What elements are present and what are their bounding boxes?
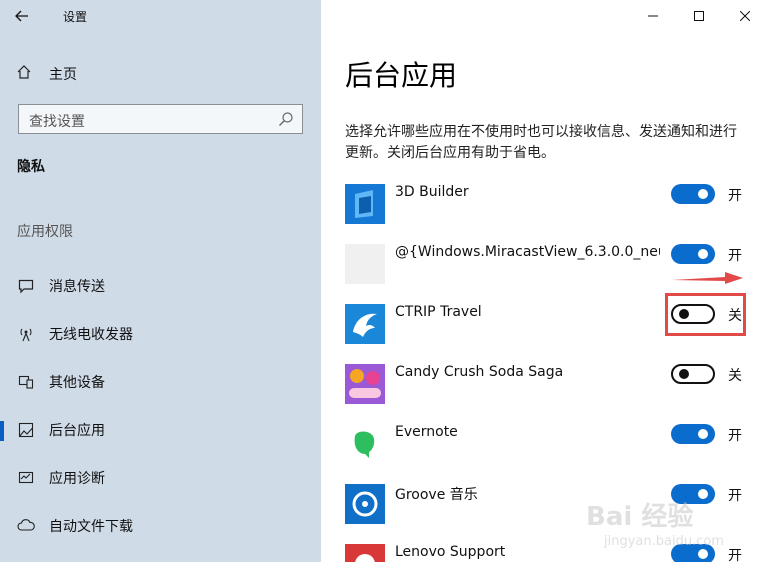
background-apps-icon [17,421,35,439]
watermark-main: Bai 经验 [586,502,694,532]
app-name: 3D Builder [395,184,469,200]
candy-crush-icon [345,364,385,404]
background-toggle[interactable] [671,364,715,384]
group-title: 应用权限 [17,224,73,240]
maximize-icon [694,11,704,21]
lenovo-support-icon [345,544,385,562]
toggle-state: 开 [728,248,742,264]
sidebar-item-background-apps[interactable]: 后台应用 [0,415,321,445]
search-input[interactable]: 查找设置 [18,104,303,134]
close-icon [740,11,750,21]
app-name: CTRIP Travel [395,304,482,320]
sidebar-item-messaging[interactable]: 消息传送 [0,271,321,301]
close-button[interactable] [722,0,768,32]
cloud-download-icon [17,517,35,535]
sidebar-item-label: 自动文件下载 [49,519,133,535]
devices-icon [17,373,35,391]
sidebar-item-other-devices[interactable]: 其他设备 [0,367,321,397]
app-row-3d-builder: 3D Builder 开 [345,184,765,224]
home-icon [16,64,34,84]
watermark: Bai 经验 jingyan.baidu.com [586,496,766,562]
back-arrow-icon [15,10,28,22]
search-icon [279,112,293,126]
background-toggle[interactable] [671,184,715,204]
sidebar-item-label: 应用诊断 [49,471,105,487]
home-label: 主页 [49,67,77,83]
sidebar-item-auto-file-downloads[interactable]: 自动文件下载 [0,511,321,541]
message-icon [17,277,35,295]
placeholder-app-icon [345,244,385,284]
sidebar-item-label: 其他设备 [49,375,105,391]
app-name: Candy Crush Soda Saga [395,364,564,380]
3d-builder-icon [345,184,385,224]
toggle-state: 关 [728,368,742,384]
ctrip-dolphin-icon [345,304,385,344]
app-name: Lenovo Support [395,544,506,560]
sidebar-item-label: 后台应用 [49,423,105,439]
sidebar-item-label: 无线电收发器 [49,327,133,343]
sidebar-item-label: 消息传送 [49,279,105,295]
annotation-arrow-icon [672,272,743,284]
toggle-state: 开 [728,188,742,204]
toggle-state: 开 [728,428,742,444]
page-description: 选择允许哪些应用在不使用时也可以接收信息、发送通知和进行更新。关闭后台应用有助于… [345,124,737,161]
radio-tower-icon [17,325,35,343]
app-row-evernote: Evernote 开 [345,424,765,464]
app-row-candy-crush: Candy Crush Soda Saga 关 [345,364,765,404]
watermark-sub: jingyan.baidu.com [604,534,724,549]
app-name: Groove 音乐 [395,487,478,503]
window-title: 设置 [63,10,88,24]
toggle-knob [698,249,708,259]
window-controls [630,0,768,32]
sidebar: 设置 主页 查找设置 隐私 应用权限 消息传送 无线电收发器 其他设备 后台应用… [0,0,321,562]
toggle-knob [698,189,708,199]
minimize-icon [648,15,658,17]
background-toggle[interactable] [671,424,715,444]
evernote-elephant-icon [345,424,385,464]
sidebar-item-radios[interactable]: 无线电收发器 [0,319,321,349]
sidebar-home[interactable]: 主页 [16,62,77,86]
search-placeholder: 查找设置 [29,114,85,130]
section-title: 隐私 [17,159,45,175]
title-bar-left: 设置 [0,0,321,32]
annotation-highlight-box [665,293,746,336]
maximize-button[interactable] [676,0,722,32]
page-title: 后台应用 [345,59,458,92]
sidebar-item-app-diagnostics[interactable]: 应用诊断 [0,463,321,493]
back-button[interactable] [10,6,34,26]
background-toggle[interactable] [671,244,715,264]
toggle-knob [679,369,689,379]
minimize-button[interactable] [630,0,676,32]
app-name: @{Windows.MiracastView_6.3.0.0_neut… [395,244,660,260]
groove-music-icon [345,484,385,524]
diagnostics-icon [17,469,35,487]
toggle-knob [698,429,708,439]
app-name: Evernote [395,424,458,440]
